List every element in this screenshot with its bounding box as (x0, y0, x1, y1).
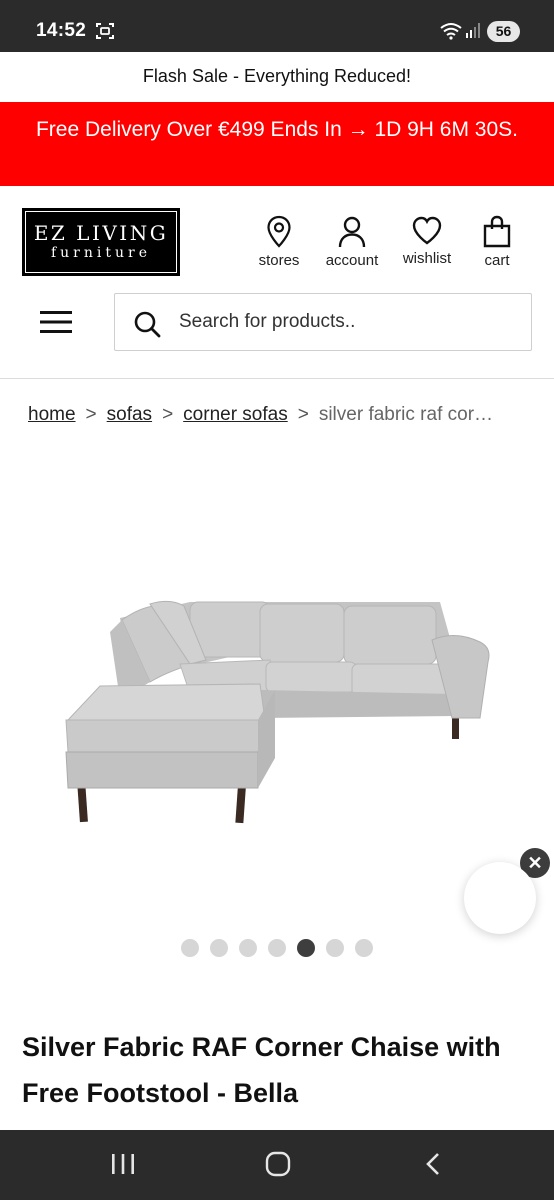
product-title: Silver Fabric RAF Corner Chaise with Fre… (22, 1032, 501, 1108)
signal-icon (466, 23, 480, 38)
home-icon[interactable] (265, 1151, 291, 1177)
user-icon (338, 216, 366, 248)
flash-sale-banner[interactable]: Flash Sale - Everything Reduced! (0, 52, 554, 102)
hamburger-menu-icon[interactable] (40, 308, 72, 336)
breadcrumb-current: silver fabric raf cor… (318, 404, 494, 425)
logo-text-secondary: furniture (50, 245, 151, 261)
breadcrumb-separator: > (297, 404, 309, 425)
breadcrumb-corner-sofas[interactable]: corner sofas (183, 404, 288, 425)
breadcrumb: home > sofas > corner sofas > silver fabric ra… (28, 404, 538, 426)
back-icon[interactable] (422, 1151, 444, 1177)
location-pin-icon (267, 215, 291, 248)
cart-link[interactable]: cart (474, 215, 520, 269)
breadcrumb-sofas[interactable]: sofas (107, 404, 152, 425)
screen-record-icon (96, 23, 114, 39)
account-link[interactable]: account (318, 215, 386, 269)
search-icon[interactable] (133, 310, 161, 338)
cart-label: cart (484, 252, 510, 269)
search-box[interactable] (114, 293, 532, 351)
stores-label: stores (258, 252, 300, 269)
shopping-bag-icon (483, 215, 511, 248)
wishlist-label: wishlist (402, 250, 452, 267)
stores-link[interactable]: stores (252, 215, 306, 269)
product-page: 14:52 56 Flash Sale - Everything Reduced… (0, 0, 554, 1200)
battery-indicator: 56 (487, 21, 520, 42)
delivery-promo-banner[interactable]: Free Delivery Over €499 Ends In → 1D 9H … (0, 102, 554, 186)
carousel-dot[interactable] (181, 939, 199, 957)
breadcrumb-home[interactable]: home (28, 404, 76, 425)
carousel-dot[interactable] (355, 939, 373, 957)
logo-text-primary: EZ LIVING (33, 221, 169, 245)
carousel-dot[interactable] (297, 939, 315, 957)
wishlist-link[interactable]: wishlist (396, 215, 458, 267)
search-input[interactable] (179, 306, 509, 338)
status-bar: 14:52 56 (0, 0, 554, 52)
recent-apps-icon[interactable] (110, 1152, 136, 1176)
account-label: account (325, 252, 379, 269)
header-divider (0, 378, 554, 379)
chat-bubble-button[interactable] (464, 862, 536, 934)
android-navigation-bar (0, 1130, 554, 1200)
wifi-icon (440, 23, 462, 40)
carousel-indicator (181, 939, 373, 957)
product-image[interactable] (60, 590, 500, 830)
carousel-dot[interactable] (268, 939, 286, 957)
logo-frame: EZ LIVING furniture (25, 211, 177, 273)
carousel-dot[interactable] (239, 939, 257, 957)
status-time: 14:52 (36, 20, 87, 41)
heart-icon (412, 216, 442, 245)
breadcrumb-separator: > (85, 404, 97, 425)
breadcrumb-separator: > (162, 404, 174, 425)
ez-living-logo[interactable]: EZ LIVING furniture (22, 208, 180, 276)
carousel-dot[interactable] (326, 939, 344, 957)
carousel-dot[interactable] (210, 939, 228, 957)
